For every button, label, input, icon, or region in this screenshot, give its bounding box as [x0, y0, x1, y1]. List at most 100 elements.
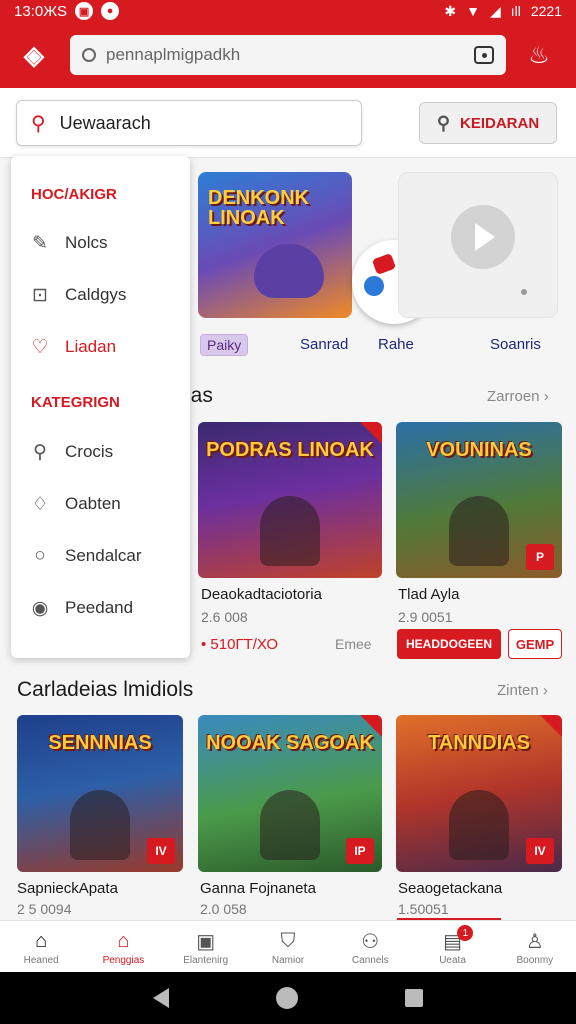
back-icon[interactable]	[153, 988, 170, 1008]
menu-item[interactable]: ✎ Nolcs	[29, 232, 108, 254]
game-name[interactable]: Tlad Ayla	[398, 586, 459, 603]
menu-item[interactable]: ◉ Peedand	[29, 597, 133, 619]
menu-item[interactable]: ○ Sendalcar	[29, 545, 142, 567]
shield-icon: ⛉	[280, 929, 296, 952]
featured-art-title: DENKONK LINOAK	[208, 187, 310, 229]
game-card-art[interactable]: SENNNIAS IV	[17, 715, 183, 872]
featured-label-3[interactable]: Soanris	[490, 336, 541, 353]
top-app-bar: ◈ pennaplmigpadkh ♨	[0, 22, 576, 88]
pen-icon: ✎	[32, 232, 48, 254]
section-1-title: ias	[186, 384, 213, 407]
app-logo-icon[interactable]: ◈	[14, 35, 54, 75]
notification-icon-2: ●	[101, 2, 120, 20]
search-icon-small: ⚲	[436, 112, 450, 133]
game-name[interactable]: Ganna Fojnaneta	[200, 880, 316, 897]
search-bar[interactable]: pennaplmigpadkh	[70, 35, 506, 75]
see-more-label: Zinten	[497, 682, 539, 699]
download-button[interactable]: HEADDOGEEN	[397, 629, 501, 659]
video-placeholder[interactable]	[398, 172, 558, 318]
game-subtitle: 2.6 008	[201, 609, 248, 625]
nav-people[interactable]: ⚇ Cannels	[329, 921, 411, 972]
category-dropdown-menu: HOC/AKIGR ✎ Nolcs ⊡ Caldgys ♡ Liadan KAT…	[11, 156, 190, 658]
nav-label: Elantenirg	[183, 955, 229, 966]
search-placeholder: pennaplmigpadkh	[106, 45, 241, 64]
game-name[interactable]: SapnieckApata	[17, 880, 118, 897]
menu-item[interactable]: ⊡ Caldgys	[29, 284, 126, 306]
menu-item[interactable]: ⚲ Crocis	[29, 441, 113, 463]
menu-item-label: Oabten	[65, 494, 121, 513]
signal-icon: ◢	[489, 2, 501, 19]
menu-item-label: Nolcs	[65, 233, 108, 252]
bottom-navigation: ⌂ Heaned ⌂ Penggias ▣ Elantenirg ⛉ Namio…	[0, 920, 576, 972]
notification-icon: ▣	[75, 2, 94, 20]
menu-item-active[interactable]: ♡ Liadan	[29, 336, 116, 358]
menu-item-label: Sendalcar	[65, 546, 142, 565]
pin-icon: ♢	[31, 493, 49, 515]
nav-inbox[interactable]: ▤ 1 Ueata	[411, 921, 493, 972]
home-button-icon[interactable]	[275, 987, 298, 1009]
heart-icon: ♡	[31, 336, 49, 358]
status-bar: 13:0ЖS ▣ ● ✱ ▼ ◢ ıll 2221	[0, 0, 576, 22]
people-icon: ⚇	[361, 930, 380, 953]
search-circle-icon	[82, 48, 96, 62]
section-2-see-more[interactable]: Zinten ›	[497, 682, 548, 699]
featured-label-2[interactable]: Rahe	[378, 336, 414, 353]
game-art-title: NOOAK SAGOAK	[206, 732, 374, 754]
circle-icon: ○	[34, 545, 46, 566]
featured-chip[interactable]: Paiky	[200, 334, 249, 356]
game-subtitle: 2.9 0051	[398, 609, 453, 625]
camera-icon[interactable]	[474, 46, 494, 64]
mic-icon[interactable]: ♨	[524, 35, 554, 75]
game-art-title: SENNNIAS	[48, 732, 152, 754]
recents-icon[interactable]	[404, 989, 423, 1007]
game-card-art[interactable]: PODRAS LINOAK	[198, 422, 382, 578]
game-card-art[interactable]: VOUNINAS P	[396, 422, 562, 578]
game-price: • 510ГТ/ХО	[201, 636, 279, 653]
bluetooth-icon: ✱	[444, 2, 457, 19]
featured-game-art[interactable]: DENKONK LINOAK	[198, 172, 352, 318]
radio-icon: ◉	[31, 597, 49, 619]
nav-id[interactable]: ▣ Elantenirg	[165, 921, 247, 972]
game-card-art[interactable]: NOOAK SAGOAK IP	[198, 715, 382, 872]
carousel-dot	[521, 289, 527, 295]
secondary-search-row: ⚲ Uewaarach ⚲ KEIDARAN	[0, 88, 576, 158]
nav-label: Heaned	[23, 955, 59, 966]
wifi-icon: ▼	[466, 3, 480, 19]
game-art-title: VOUNINAS	[426, 439, 532, 461]
game-character	[260, 790, 320, 860]
status-time: 13:0ЖS	[14, 2, 68, 20]
nav-profile[interactable]: ♙ Boonmy	[494, 921, 576, 972]
game-subtitle: 2 5 0094	[17, 901, 72, 917]
game-character	[449, 790, 509, 860]
menu-item[interactable]: ♢ Oabten	[29, 493, 121, 515]
game-name[interactable]: Seaogetackana	[398, 880, 502, 897]
menu-section-header: KATEGRIGN	[31, 394, 120, 411]
get-button[interactable]: GEMP	[508, 629, 562, 659]
id-card-icon: ▣	[196, 930, 216, 953]
box-icon: ⊡	[32, 284, 48, 306]
menu-item-label: Peedand	[65, 598, 134, 617]
menu-item-label: Caldgys	[65, 285, 127, 304]
game-card-art[interactable]: TANNDIAS IV	[396, 715, 562, 872]
search-icon: ⚲	[31, 112, 46, 135]
profile-icon: ♙	[525, 930, 544, 953]
signal-bars-icon: ıll	[510, 3, 521, 19]
category-search-button[interactable]: ⚲ KEIDARAN	[419, 102, 557, 144]
game-subtitle: 2.0 058	[200, 901, 247, 917]
play-icon	[451, 205, 515, 269]
section-1-see-more[interactable]: Zarroen ›	[487, 388, 549, 405]
game-art-title: TANNDIAS	[428, 732, 530, 754]
nav-label: Penggias	[102, 955, 145, 966]
game-name[interactable]: Deaokadtaciotoria	[201, 586, 322, 603]
notification-badge: 1	[457, 925, 474, 941]
nav-home[interactable]: ⌂ Heaned	[0, 921, 82, 972]
nav-store[interactable]: ⌂ Penggias	[82, 921, 164, 972]
featured-label-1[interactable]: Sanrad	[300, 336, 348, 353]
app-root: 13:0ЖS ▣ ● ✱ ▼ ◢ ıll 2221 ◈ pennaplmigpa…	[0, 0, 576, 1024]
chevron-right-icon: ›	[543, 388, 549, 405]
nav-shield[interactable]: ⛉ Namior	[247, 921, 329, 972]
featured-character	[254, 244, 324, 298]
secondary-search-input[interactable]: ⚲ Uewaarach	[16, 100, 362, 146]
game-price-alt: Emee	[335, 636, 372, 652]
nav-label: Ueata	[439, 955, 466, 966]
